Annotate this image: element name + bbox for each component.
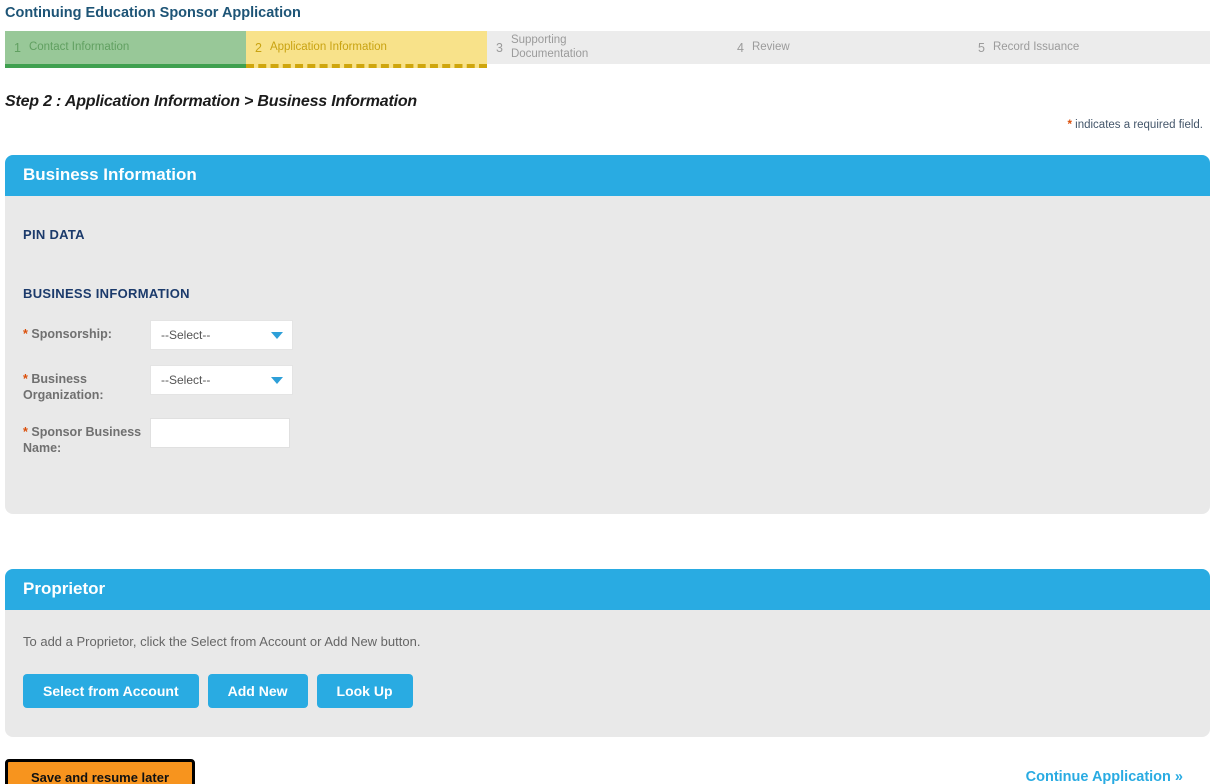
pin-data-heading: PIN DATA	[23, 227, 85, 243]
business-information-form: * Sponsorship: --Select-- * Business Org…	[23, 320, 1192, 457]
select-from-account-button[interactable]: Select from Account	[23, 673, 199, 708]
step-number: 3	[496, 40, 503, 55]
required-asterisk: *	[23, 425, 28, 440]
progress-step-supporting-documentation[interactable]: 3 Supporting Documentation	[487, 31, 728, 69]
progress-step-record-issuance[interactable]: 5 Record Issuance	[969, 31, 1210, 69]
step-label: Review	[751, 40, 790, 53]
required-asterisk: *	[1067, 119, 1072, 132]
step-label: Contact Information	[28, 40, 130, 53]
step-label: Record Issuance	[992, 40, 1080, 53]
business-organization-select-value: --Select--	[161, 373, 211, 388]
add-new-button[interactable]: Add New	[207, 673, 308, 708]
step-number: 2	[255, 40, 262, 55]
progress-step-contact-information[interactable]: 1 Contact Information	[5, 31, 246, 69]
business-organization-label: * Business Organization:	[23, 372, 104, 402]
required-note-text: indicates a required field.	[1075, 119, 1203, 132]
progress-step-review[interactable]: 4 Review	[728, 31, 969, 69]
step-number: 1	[14, 40, 21, 55]
step-breadcrumb-heading: Step 2 : Application Information > Busin…	[5, 93, 418, 111]
sponsor-business-name-label: * Sponsor Business Name:	[23, 425, 142, 455]
footer-actions: Save and resume later Continue Applicati…	[5, 758, 1210, 784]
chevron-down-icon	[271, 376, 283, 384]
form-row-sponsor-business-name: * Sponsor Business Name:	[23, 418, 1192, 456]
step-number: 4	[737, 40, 744, 55]
progress-bar: 1 Contact Information 2 Application Info…	[5, 31, 1210, 69]
chevron-down-icon	[271, 331, 283, 339]
proprietor-body: To add a Proprietor, click the Select fr…	[5, 609, 1210, 737]
form-row-business-organization: * Business Organization: --Select--	[23, 365, 1192, 403]
sponsorship-select[interactable]: --Select--	[150, 320, 293, 351]
step-label: Application Information	[269, 40, 387, 53]
look-up-button[interactable]: Look Up	[316, 673, 413, 708]
save-and-resume-later-button[interactable]: Save and resume later	[5, 758, 196, 784]
sponsorship-select-value: --Select--	[161, 328, 211, 343]
continue-application-link[interactable]: Continue Application »	[1026, 769, 1183, 784]
form-row-sponsorship: * Sponsorship: --Select--	[23, 320, 1192, 351]
step-label: Supporting Documentation	[510, 34, 589, 60]
sponsor-business-name-input[interactable]	[150, 418, 290, 449]
business-information-section: Business Information PIN DATA BUSINESS I…	[5, 155, 1210, 514]
page-title: Continuing Education Sponsor Application	[5, 5, 301, 21]
proprietor-buttons: Select from Account Add New Look Up	[23, 673, 1192, 708]
progress-step-application-information[interactable]: 2 Application Information	[246, 31, 487, 69]
required-asterisk: *	[23, 327, 28, 342]
step-number: 5	[978, 40, 985, 55]
business-organization-select[interactable]: --Select--	[150, 365, 293, 396]
sponsorship-label: * Sponsorship:	[23, 327, 112, 342]
proprietor-section: Proprietor To add a Proprietor, click th…	[5, 568, 1210, 737]
required-field-note: * indicates a required field.	[0, 119, 1203, 131]
business-information-subheading: BUSINESS INFORMATION	[23, 286, 190, 302]
proprietor-instruction: To add a Proprietor, click the Select fr…	[23, 633, 421, 649]
business-information-body: PIN DATA BUSINESS INFORMATION * Sponsors…	[5, 196, 1210, 514]
application-page: Continuing Education Sponsor Application…	[0, 0, 1218, 784]
required-asterisk: *	[23, 372, 28, 387]
proprietor-header: Proprietor	[5, 568, 1210, 610]
business-information-header: Business Information	[5, 155, 1210, 197]
